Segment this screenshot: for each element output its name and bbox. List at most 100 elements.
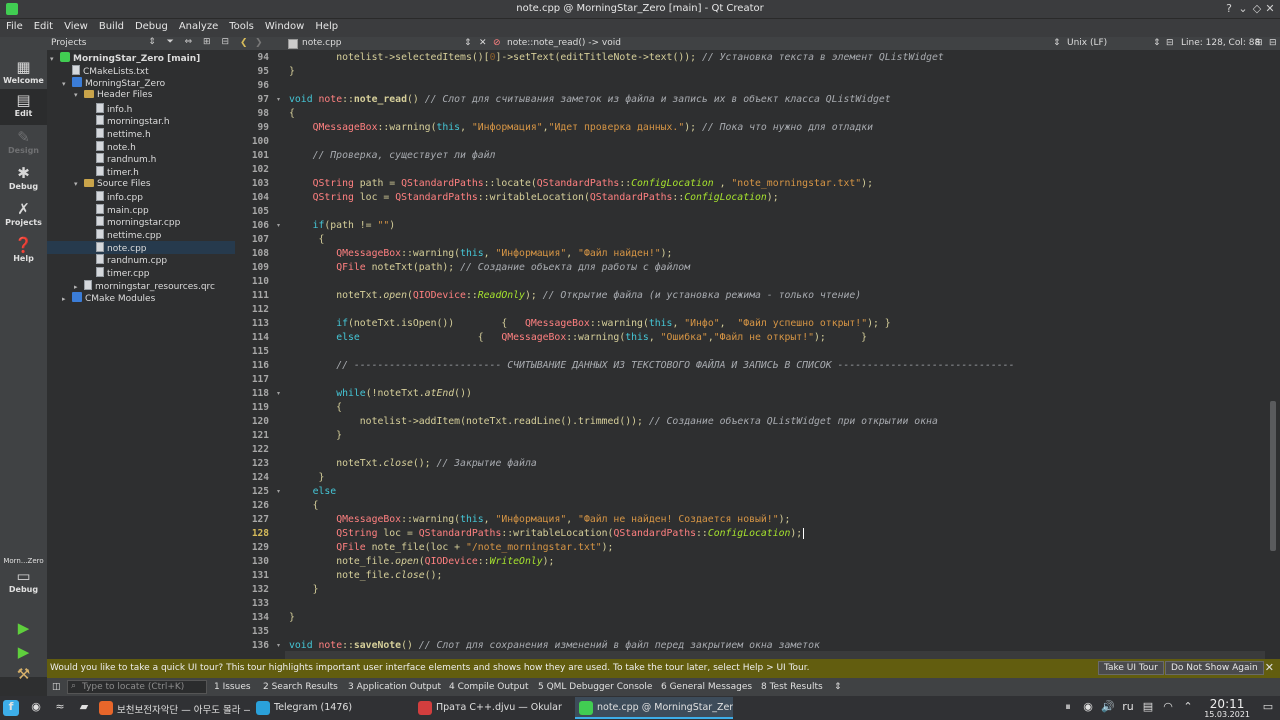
- mode-projects[interactable]: ✗ Projects: [0, 198, 47, 234]
- tree-item[interactable]: ▾ MorningStar_Zero [main]: [50, 52, 200, 64]
- symbol-selector[interactable]: note::note_read() -> void: [507, 38, 621, 48]
- pane-qml-debugger-console[interactable]: 5 QML Debugger Console: [538, 682, 652, 692]
- tree-item[interactable]: info.cpp: [86, 191, 143, 203]
- media-pause-icon[interactable]: ⏸: [1060, 700, 1076, 716]
- menu-help[interactable]: Help: [309, 19, 343, 32]
- code-line[interactable]: QFile noteTxt(path); // Создание объекта…: [289, 262, 690, 273]
- tree-item[interactable]: nettime.cpp: [86, 229, 161, 241]
- code-area[interactable]: notelist->selectedItems()[0]->setText(ed…: [289, 50, 1259, 659]
- toggle-sidebar-icon[interactable]: ◫: [52, 682, 61, 692]
- tree-item[interactable]: CMakeLists.txt: [62, 65, 149, 77]
- menu-tools[interactable]: Tools: [223, 19, 259, 32]
- tree-expand-icon[interactable]: ▾: [74, 91, 84, 99]
- split-icon[interactable]: ⊟: [1166, 38, 1174, 48]
- pane-general-messages[interactable]: 6 General Messages: [661, 682, 752, 692]
- code-line[interactable]: else: [289, 486, 337, 497]
- mode-debug[interactable]: ✱ Debug: [0, 162, 47, 198]
- line-ending-dropdown-icon[interactable]: ⇕: [1153, 38, 1161, 48]
- menu-build[interactable]: Build: [93, 19, 129, 32]
- symbol-dropdown-icon[interactable]: ⇕: [1053, 38, 1061, 48]
- tree-item[interactable]: timer.cpp: [86, 267, 149, 279]
- clock[interactable]: 20:11 15.03.2021: [1204, 697, 1250, 719]
- tree-item[interactable]: info.h: [86, 103, 132, 115]
- close-split-icon[interactable]: ⊟: [1269, 38, 1277, 48]
- tree-item[interactable]: morningstar.h: [86, 115, 170, 127]
- mode-design[interactable]: ✎ Design: [0, 126, 47, 162]
- taskbar-task[interactable]: Прата C++.djvu — Okular: [414, 697, 572, 719]
- file-tab[interactable]: note.cpp: [302, 38, 342, 48]
- mode-welcome[interactable]: ▦ Welcome: [0, 56, 47, 92]
- code-line[interactable]: QMessageBox::warning(this, "Информация",…: [289, 514, 790, 525]
- do-not-show-again-button[interactable]: Do Not Show Again: [1165, 661, 1264, 675]
- code-line[interactable]: if(path != ""): [289, 220, 396, 231]
- code-line[interactable]: }: [289, 472, 324, 483]
- menu-analyze[interactable]: Analyze: [173, 19, 223, 32]
- code-line[interactable]: noteTxt.close(); // Закрытие файла: [289, 458, 537, 469]
- code-line[interactable]: else { QMessageBox::warning(this, "Ошибк…: [289, 332, 867, 343]
- nav-forward-icon[interactable]: ❯: [255, 38, 263, 48]
- code-line[interactable]: {: [289, 108, 295, 119]
- taskbar-task[interactable]: Telegram (1476): [252, 697, 410, 719]
- clipboard-icon[interactable]: ▤: [1140, 700, 1156, 716]
- pane-compile-output[interactable]: 4 Compile Output: [449, 682, 529, 692]
- pane-issues[interactable]: 1 Issues: [214, 682, 251, 692]
- show-desktop-icon[interactable]: ▭: [1260, 700, 1276, 716]
- menu-window[interactable]: Window: [259, 19, 309, 32]
- discord-tray-icon[interactable]: ◉: [1080, 700, 1096, 716]
- window-help-icon[interactable]: ?: [1222, 2, 1236, 15]
- cursor-position[interactable]: Line: 128, Col: 88: [1181, 38, 1260, 48]
- menu-view[interactable]: View: [58, 19, 93, 32]
- code-line[interactable]: QString path = QStandardPaths::locate(QS…: [289, 178, 873, 189]
- code-line[interactable]: QFile note_file(loc + "/note_morningstar…: [289, 542, 613, 553]
- folder-icon[interactable]: ▰: [76, 700, 92, 716]
- code-line[interactable]: while(!noteTxt.atEnd()): [289, 388, 472, 399]
- kit-selector[interactable]: Morn...Zero ▭ Debug: [0, 555, 47, 605]
- code-line[interactable]: noteTxt.open(QIODevice::ReadOnly); // От…: [289, 290, 861, 301]
- split-view-icon[interactable]: ⊞: [1255, 38, 1263, 48]
- discord-icon[interactable]: ◉: [28, 700, 44, 716]
- code-line[interactable]: QMessageBox::warning(this, "Информация",…: [289, 122, 873, 133]
- tree-item[interactable]: ▾ MorningStar_Zero: [62, 77, 165, 89]
- tree-item[interactable]: note.cpp: [86, 242, 147, 254]
- line-ending-selector[interactable]: Unix (LF): [1067, 38, 1107, 48]
- code-line[interactable]: {: [289, 234, 324, 245]
- tree-item[interactable]: timer.h: [86, 166, 139, 178]
- taskbar-task[interactable]: note.cpp @ MorningStar_Zer...: [575, 697, 733, 719]
- locator-input[interactable]: ⌕ Type to locate (Ctrl+K): [67, 680, 207, 694]
- tree-expand-icon[interactable]: ▾: [62, 80, 72, 88]
- code-line[interactable]: }: [289, 612, 295, 623]
- debug-run-button[interactable]: ▶: [0, 641, 47, 663]
- close-file-icon[interactable]: ✕: [479, 38, 487, 48]
- horizontal-scrollbar[interactable]: [285, 651, 1265, 659]
- volume-icon[interactable]: 🔊: [1100, 700, 1116, 716]
- tree-item[interactable]: randnum.cpp: [86, 254, 167, 266]
- code-line[interactable]: }: [289, 584, 319, 595]
- fold-marker-icon[interactable]: ▾: [277, 642, 280, 649]
- mode-edit[interactable]: ▤ Edit: [0, 89, 47, 125]
- build-button[interactable]: ⚒: [0, 665, 47, 683]
- code-line[interactable]: notelist->addItem(noteTxt.readLine().tri…: [289, 416, 938, 427]
- minimize-icon[interactable]: ⌄: [1236, 2, 1250, 15]
- fold-marker-icon[interactable]: ▾: [277, 222, 280, 229]
- projects-header-icons[interactable]: ⇕ ⏷ ⇔ ⊞ ⊟: [148, 37, 233, 47]
- taskbar-task[interactable]: 보천보전자악단 — 아무도 몰라 — ...: [95, 697, 250, 719]
- run-button[interactable]: ▶: [0, 617, 47, 639]
- code-line[interactable]: // Проверка, существует ли файл: [289, 150, 496, 161]
- code-line[interactable]: QString loc = QStandardPaths::writableLo…: [289, 528, 805, 539]
- code-line[interactable]: }: [289, 66, 295, 77]
- menu-edit[interactable]: Edit: [28, 19, 58, 32]
- fold-marker-icon[interactable]: ▾: [277, 96, 280, 103]
- code-line[interactable]: {: [289, 402, 342, 413]
- menu-file[interactable]: File: [0, 19, 28, 32]
- code-line[interactable]: }: [289, 430, 342, 441]
- tree-item[interactable]: nettime.h: [86, 128, 151, 140]
- app-launcher-icon[interactable]: f: [3, 700, 19, 716]
- line-number-gutter[interactable]: 94 95 96 97 ▾ 98 99 100 101 102 103 104 105 106 ▾ 107 10…: [235, 50, 285, 659]
- code-line[interactable]: if(noteTxt.isOpen()) { QMessageBox::warn…: [289, 318, 891, 329]
- tree-expand-icon[interactable]: ▾: [50, 55, 60, 63]
- app-icon[interactable]: ≈: [52, 700, 68, 716]
- take-ui-tour-button[interactable]: Take UI Tour: [1098, 661, 1164, 675]
- fold-marker-icon[interactable]: ▾: [277, 488, 280, 495]
- maximize-icon[interactable]: ◇: [1250, 2, 1264, 15]
- tree-expand-icon[interactable]: ▸: [74, 283, 84, 291]
